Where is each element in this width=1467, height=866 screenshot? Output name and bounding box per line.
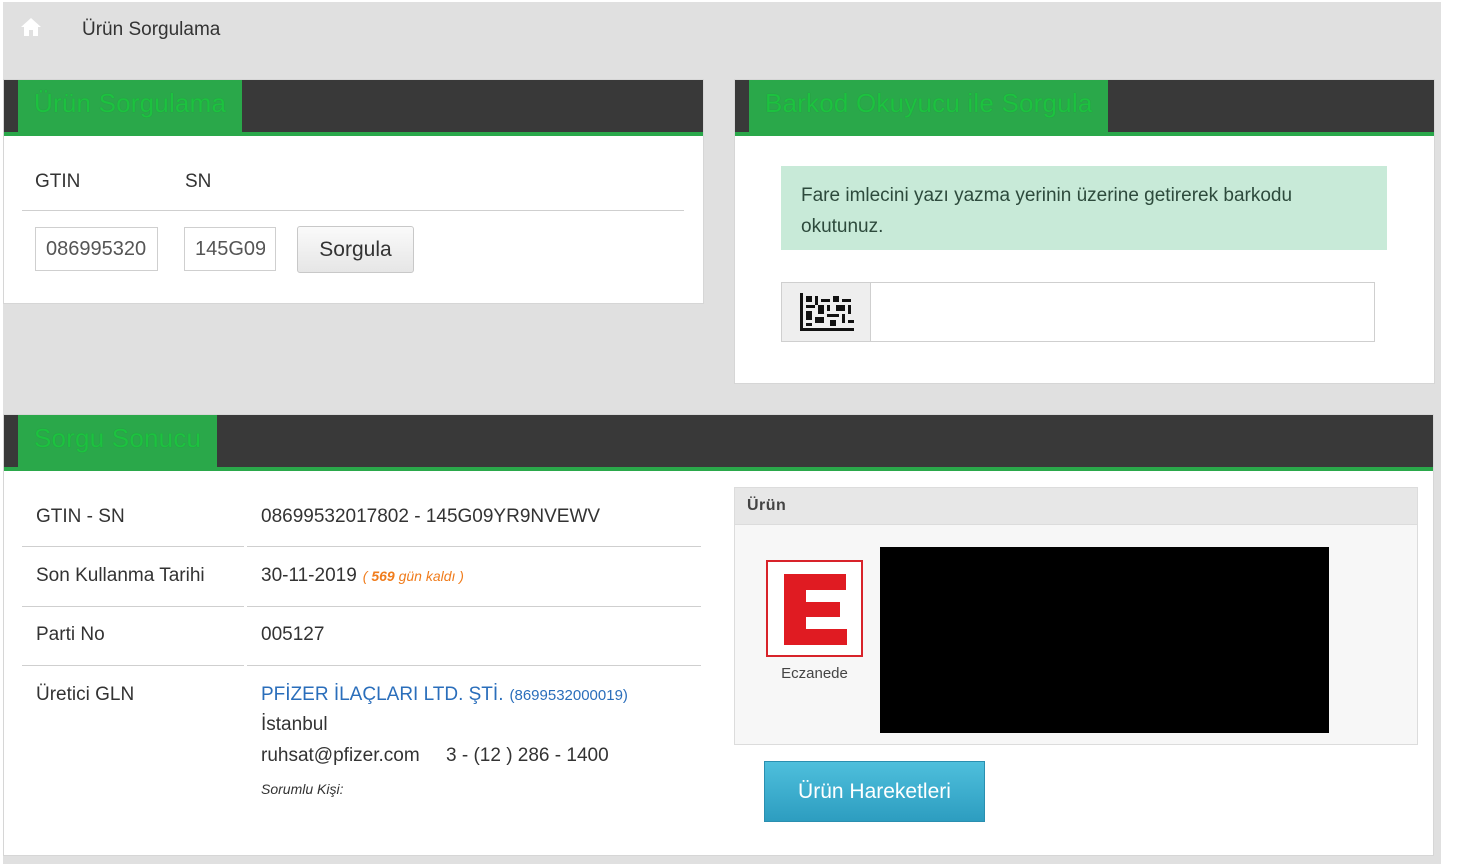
- expiry-remaining: ( 569 gün kaldı ): [363, 568, 464, 584]
- gtin-input[interactable]: [35, 227, 158, 271]
- manufacturer-link[interactable]: PFİZER İLAÇLARI LTD. ŞTİ.: [261, 684, 503, 705]
- query-panel-header: Ürün Sorgulama: [4, 80, 703, 136]
- scan-addon: [781, 282, 871, 342]
- datamatrix-icon: [800, 293, 854, 331]
- divider: [247, 665, 701, 666]
- expiry-value: 30-11-2019: [261, 565, 357, 586]
- barcode-scan-input[interactable]: [870, 282, 1375, 342]
- gtin-sn-label: GTIN - SN: [36, 506, 125, 527]
- product-box-title: Ürün: [747, 497, 787, 514]
- sn-label: SN: [185, 171, 212, 192]
- divider: [22, 665, 244, 666]
- barcode-panel: Barkod Okuyucu ile Sorgula Fare imlecini…: [734, 79, 1435, 384]
- divider: [247, 546, 701, 547]
- barcode-panel-title: Barkod Okuyucu ile Sorgula: [765, 88, 1093, 118]
- sn-input[interactable]: [184, 227, 276, 271]
- eczane-e-icon: [766, 560, 863, 657]
- result-panel-title: Sorgu Sonucu: [34, 423, 202, 453]
- lot-value: 005127: [261, 624, 325, 645]
- sorgula-button[interactable]: Sorgula: [297, 226, 414, 273]
- lot-label: Parti No: [36, 624, 105, 645]
- result-panel-tab: Sorgu Sonucu: [18, 415, 218, 467]
- divider: [22, 606, 244, 607]
- expiry-note-text: gün kaldı ): [394, 568, 464, 584]
- divider: [247, 606, 701, 607]
- query-panel-tab: Ürün Sorgulama: [18, 80, 243, 132]
- result-panel-header: Sorgu Sonucu: [4, 415, 1433, 471]
- manufacturer-label: Üretici GLN: [36, 684, 135, 705]
- manufacturer-city: İstanbul: [261, 714, 328, 735]
- responsible-person-label: Sorumlu Kişi:: [261, 781, 344, 797]
- expiry-row: 30-11-2019 ( 569 gün kaldı ): [261, 565, 464, 587]
- divider: [172, 210, 684, 211]
- eczane-status-label: Eczanede: [781, 665, 848, 682]
- query-panel-title: Ürün Sorgulama: [34, 88, 227, 118]
- eczane-e-glyph: [784, 574, 847, 645]
- manufacturer-email: ruhsat@pfizer.com: [261, 745, 420, 766]
- manufacturer-phone: 3 - (12 ) 286 - 1400: [446, 745, 609, 766]
- breadcrumb-current: Ürün Sorgulama: [82, 19, 221, 40]
- gtin-sn-value: 08699532017802 - 145G09YR9NVEWV: [261, 506, 601, 527]
- barcode-panel-header: Barkod Okuyucu ile Sorgula: [735, 80, 1434, 136]
- product-movements-button[interactable]: Ürün Hareketleri: [764, 761, 985, 822]
- expiry-days: 569: [371, 568, 395, 584]
- manufacturer-name-row: PFİZER İLAÇLARI LTD. ŞTİ. (8699532000019): [261, 684, 628, 706]
- result-panel: Sorgu Sonucu GTIN - SN 08699532017802 - …: [3, 414, 1434, 856]
- barcode-hint: Fare imlecini yazı yazma yerinin üzerine…: [781, 166, 1387, 250]
- divider: [22, 546, 244, 547]
- home-icon[interactable]: [20, 16, 42, 38]
- product-box-header: Ürün: [735, 488, 1417, 525]
- barcode-panel-tab: Barkod Okuyucu ile Sorgula: [749, 80, 1109, 132]
- breadcrumb: Ürün Sorgulama: [3, 2, 1441, 54]
- gtin-label: GTIN: [35, 171, 81, 192]
- divider: [22, 210, 172, 211]
- product-box: Ürün Eczanede: [734, 487, 1418, 745]
- expiry-label: Son Kullanma Tarihi: [36, 565, 205, 586]
- query-panel: Ürün Sorgulama GTIN SN Sorgula: [3, 79, 704, 304]
- manufacturer-gln: (8699532000019): [509, 687, 628, 704]
- product-image: [880, 547, 1329, 733]
